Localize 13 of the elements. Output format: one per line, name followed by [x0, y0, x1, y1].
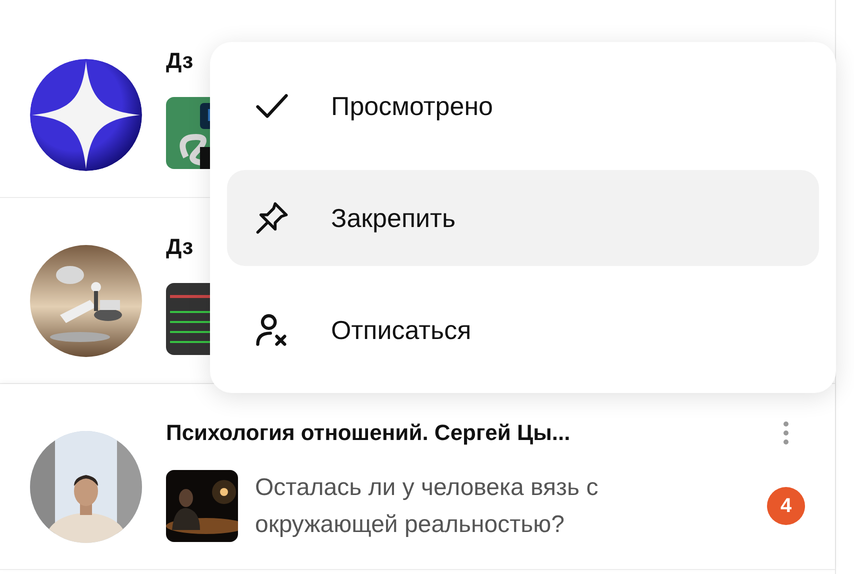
- menu-item[interactable]: Просмотрено: [227, 58, 819, 154]
- more-icon[interactable]: [783, 421, 789, 445]
- channel-title[interactable]: Психология отношений. Сергей Цы...: [166, 419, 570, 447]
- menu-item-label: Закрепить: [331, 202, 456, 234]
- unread-count: 4: [767, 487, 805, 525]
- menu-item-label: Отписаться: [331, 314, 472, 346]
- channel-title[interactable]: Дз: [166, 47, 194, 75]
- menu-item-label: Просмотрено: [331, 90, 494, 122]
- menu-item[interactable]: Отписаться: [227, 282, 819, 378]
- post-excerpt[interactable]: Осталась ли у человека вязь с окружающей реальностью?: [255, 469, 735, 543]
- menu-item[interactable]: Закрепить: [227, 170, 819, 266]
- star-logo-icon: [30, 59, 142, 171]
- channel-title[interactable]: Дз: [166, 233, 194, 261]
